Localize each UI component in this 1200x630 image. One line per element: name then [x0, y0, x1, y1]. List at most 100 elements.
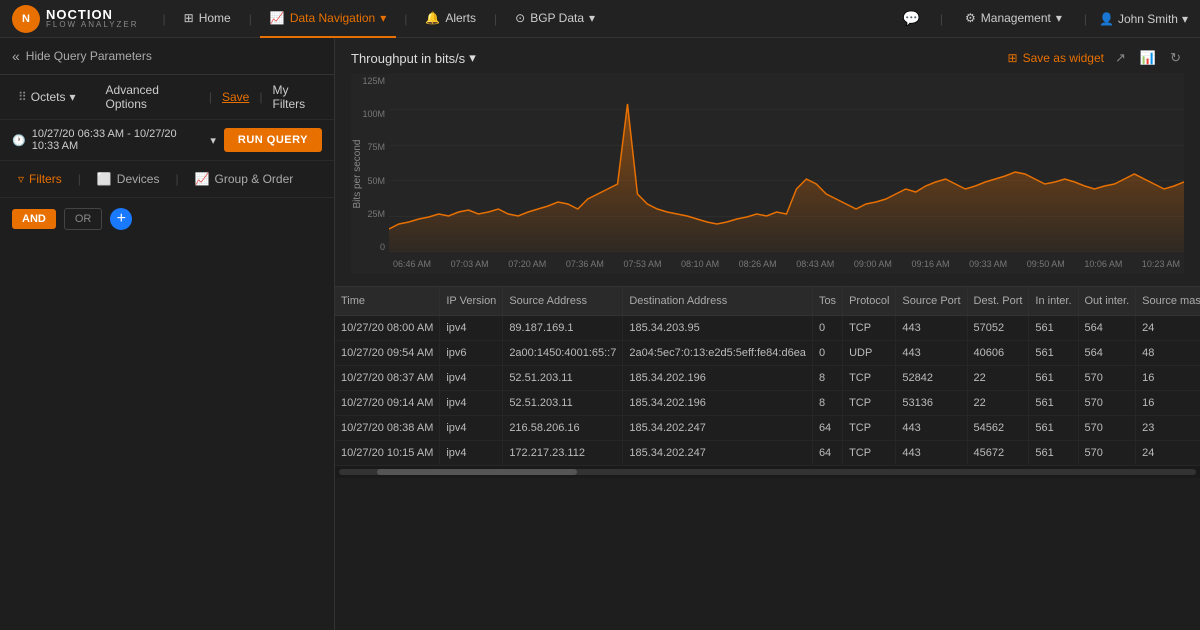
nav-alerts[interactable]: 🔔 Alerts: [415, 0, 486, 38]
user-name-label: John Smith: [1118, 12, 1178, 26]
table-row: 10/27/20 08:00 AMipv489.187.169.1185.34.…: [335, 316, 1200, 341]
nav-management-label: Management: [981, 11, 1051, 25]
table-cell: 8: [812, 391, 842, 416]
dots-icon: ⠿: [18, 90, 27, 104]
chart-title-label: Throughput in bits/s: [351, 51, 465, 66]
table-cell: 57052: [967, 316, 1029, 341]
query-options-row: ⠿ Octets ▾ Advanced Options | Save | My …: [0, 75, 334, 120]
col-in-inter: In inter.: [1029, 287, 1078, 316]
table-cell: 185.34.203.95: [623, 316, 813, 341]
user-menu[interactable]: 👤 John Smith ▾: [1099, 12, 1188, 26]
x-label-9: 09:00 AM: [854, 259, 892, 269]
table-cell: 561: [1029, 366, 1078, 391]
support-icon[interactable]: 💬: [894, 6, 927, 31]
table-cell: 185.34.202.247: [623, 416, 813, 441]
nav-home-label: Home: [199, 11, 231, 25]
table-cell: 443: [896, 341, 967, 366]
table-cell: 570: [1078, 391, 1136, 416]
table-cell: 16: [1136, 391, 1200, 416]
run-query-button[interactable]: RUN QUERY: [224, 128, 322, 152]
octets-dropdown[interactable]: ⠿ Octets ▾: [12, 87, 82, 107]
table-cell: ipv4: [440, 416, 503, 441]
table-cell: 570: [1078, 366, 1136, 391]
col-out-inter: Out inter.: [1078, 287, 1136, 316]
my-filters-link[interactable]: My Filters: [272, 83, 322, 111]
scrollbar-thumb[interactable]: [377, 469, 577, 475]
filters-tab[interactable]: ▿ Filters: [12, 169, 68, 189]
table-row: 10/27/20 09:14 AMipv452.51.203.11185.34.…: [335, 391, 1200, 416]
main-layout: « Hide Query Parameters ⠿ Octets ▾ Advan…: [0, 38, 1200, 630]
table-cell: 570: [1078, 441, 1136, 466]
x-label-12: 09:50 AM: [1027, 259, 1065, 269]
save-widget-button[interactable]: ⊞ Save as widget: [1008, 51, 1104, 65]
table-cell: TCP: [843, 366, 896, 391]
table-cell: ipv6: [440, 341, 503, 366]
refresh-icon[interactable]: ↻: [1167, 50, 1184, 66]
table-cell: TCP: [843, 316, 896, 341]
table-cell: 561: [1029, 416, 1078, 441]
group-icon: 📈: [195, 172, 210, 186]
and-or-row: AND OR +: [0, 198, 334, 240]
col-time: Time: [335, 287, 440, 316]
data-nav-icon: 📈: [270, 11, 285, 25]
x-axis-labels: 06:46 AM 07:03 AM 07:20 AM 07:36 AM 07:5…: [389, 254, 1184, 274]
save-link[interactable]: Save: [222, 90, 249, 104]
table-cell: ipv4: [440, 441, 503, 466]
left-panel: « Hide Query Parameters ⠿ Octets ▾ Advan…: [0, 38, 335, 630]
datetime-label: 10/27/20 06:33 AM - 10/27/20 10:33 AM: [32, 128, 205, 152]
x-label-14: 10:23 AM: [1142, 259, 1180, 269]
table-cell: 443: [896, 316, 967, 341]
table-cell: 10/27/20 08:37 AM: [335, 366, 440, 391]
table-body: 10/27/20 08:00 AMipv489.187.169.1185.34.…: [335, 316, 1200, 466]
x-label-11: 09:33 AM: [969, 259, 1007, 269]
table-cell: 561: [1029, 316, 1078, 341]
col-source-address: Source Address: [503, 287, 623, 316]
table-row: 10/27/20 08:38 AMipv4216.58.206.16185.34…: [335, 416, 1200, 441]
nav-home[interactable]: ⊞ Home: [174, 0, 241, 38]
chevron-down-octets: ▾: [69, 90, 75, 104]
chevron-down-chart: ▾: [469, 50, 476, 66]
datetime-row: 🕐 10/27/20 06:33 AM - 10/27/20 10:33 AM …: [0, 120, 334, 161]
and-button[interactable]: AND: [12, 209, 56, 229]
y-tick-75m: 75M: [367, 142, 385, 152]
user-icon: 👤: [1099, 12, 1114, 26]
filter-icon: ▿: [18, 172, 24, 186]
y-tick-100m: 100M: [362, 109, 385, 119]
datetime-selector[interactable]: 🕐 10/27/20 06:33 AM - 10/27/20 10:33 AM …: [12, 128, 216, 152]
advanced-options-link[interactable]: Advanced Options: [106, 83, 199, 111]
x-label-8: 08:43 AM: [796, 259, 834, 269]
external-link-icon[interactable]: ↗: [1112, 50, 1129, 66]
nav-management[interactable]: ⚙ Management ▾: [955, 0, 1072, 38]
chart-title[interactable]: Throughput in bits/s ▾: [351, 50, 476, 66]
table-cell: 64: [812, 416, 842, 441]
chart-container: Bits per second 125M 100M 75M 50M 25M 0: [351, 74, 1184, 274]
group-order-tab[interactable]: 📈 Group & Order: [189, 169, 300, 189]
bar-chart-icon[interactable]: 📊: [1137, 50, 1159, 66]
col-source-port: Source Port: [896, 287, 967, 316]
nav-data-nav-label: Data Navigation: [290, 11, 375, 25]
nav-bgp[interactable]: ⊙ BGP Data ▾: [505, 0, 605, 38]
table-cell: 0: [812, 341, 842, 366]
data-table: Time IP Version Source Address Destinati…: [335, 287, 1200, 466]
table-cell: 0: [812, 316, 842, 341]
col-dest-port: Dest. Port: [967, 287, 1029, 316]
chart-header: Throughput in bits/s ▾ ⊞ Save as widget …: [351, 50, 1184, 66]
table-cell: 89.187.169.1: [503, 316, 623, 341]
add-filter-button[interactable]: +: [110, 208, 132, 230]
horizontal-scrollbar[interactable]: [335, 466, 1200, 478]
table-cell: UDP: [843, 341, 896, 366]
devices-tab[interactable]: ⬜ Devices: [91, 169, 166, 189]
chart-svg-area: [389, 74, 1184, 252]
hide-query-bar[interactable]: « Hide Query Parameters: [0, 38, 334, 75]
hide-chevron-icon: «: [12, 48, 20, 64]
scrollbar-track[interactable]: [339, 469, 1196, 475]
col-tos: Tos: [812, 287, 842, 316]
nav-data-navigation[interactable]: 📈 Data Navigation ▾: [260, 0, 396, 38]
or-button[interactable]: OR: [64, 208, 103, 230]
col-destination-address: Destination Address: [623, 287, 813, 316]
table-cell: 172.217.23.112: [503, 441, 623, 466]
table-row: 10/27/20 09:54 AMipv62a00:1450:4001:65::…: [335, 341, 1200, 366]
chevron-down-icon-mgmt: ▾: [1056, 11, 1062, 25]
devices-label: Devices: [117, 172, 160, 186]
table-cell: 22: [967, 366, 1029, 391]
